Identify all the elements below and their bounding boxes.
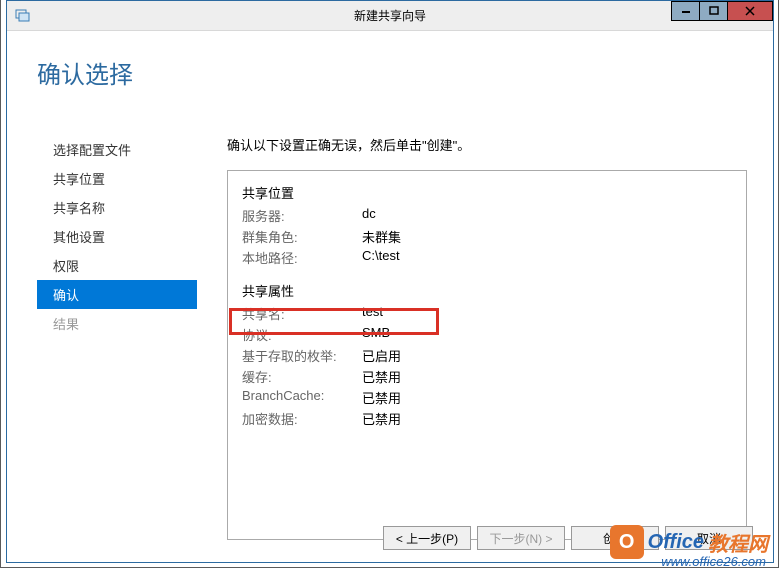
sharename-value: test: [362, 304, 383, 323]
row-encrypt: 加密数据: 已禁用: [242, 409, 732, 428]
watermark-url: www.office26.com: [661, 554, 766, 569]
next-button: 下一步(N) >: [477, 526, 565, 550]
prev-button[interactable]: < 上一步(P): [383, 526, 471, 550]
outer-frame: 新建共享向导 确认选择 选择配置文件 共享位置 共享名称 其他设置: [0, 0, 779, 568]
instruction-text: 确认以下设置正确无误，然后单击"创建"。: [227, 135, 753, 154]
row-server: 服务器: dc: [242, 206, 732, 225]
footer-buttons: < 上一步(P) 下一步(N) > 创建 取消: [383, 526, 753, 550]
sharename-label: 共享名:: [242, 304, 362, 323]
encrypt-label: 加密数据:: [242, 409, 362, 428]
enum-value: 已启用: [362, 346, 401, 365]
app-icon: [15, 9, 31, 23]
row-cluster: 群集角色: 未群集: [242, 227, 732, 246]
nav-result: 结果: [37, 309, 197, 338]
row-enum: 基于存取的枚举: 已启用: [242, 346, 732, 365]
enum-label: 基于存取的枚举:: [242, 346, 362, 365]
row-protocol: 协议: SMB: [242, 325, 732, 344]
path-label: 本地路径:: [242, 248, 362, 267]
cluster-value: 未群集: [362, 227, 401, 246]
path-value: C:\test: [362, 248, 400, 267]
summary-box: 共享位置 服务器: dc 群集角色: 未群集 本地路径: C:\test 共享属…: [227, 170, 747, 540]
page-heading: 确认选择: [7, 55, 773, 90]
wizard-nav: 选择配置文件 共享位置 共享名称 其他设置 权限 确认 结果: [37, 135, 197, 338]
server-label: 服务器:: [242, 206, 362, 225]
window-controls: [671, 1, 773, 23]
nav-location[interactable]: 共享位置: [37, 164, 197, 193]
cancel-button[interactable]: 取消: [665, 526, 753, 550]
row-branchcache: BranchCache: 已禁用: [242, 388, 732, 407]
minimize-button[interactable]: [671, 1, 699, 21]
protocol-value: SMB: [362, 325, 390, 344]
maximize-button[interactable]: [699, 1, 727, 21]
close-button[interactable]: [727, 1, 773, 21]
row-cache: 缓存: 已禁用: [242, 367, 732, 386]
window-title: 新建共享向导: [354, 7, 426, 24]
cache-label: 缓存:: [242, 367, 362, 386]
branchcache-value: 已禁用: [362, 388, 401, 407]
cluster-label: 群集角色:: [242, 227, 362, 246]
nav-permissions[interactable]: 权限: [37, 251, 197, 280]
nav-profile[interactable]: 选择配置文件: [37, 135, 197, 164]
server-value: dc: [362, 206, 376, 225]
main-panel: 确认以下设置正确无误，然后单击"创建"。 共享位置 服务器: dc 群集角色: …: [227, 135, 753, 540]
location-section-title: 共享位置: [242, 183, 732, 202]
dialog-window: 新建共享向导 确认选择 选择配置文件 共享位置 共享名称 其他设置: [6, 0, 774, 563]
branchcache-label: BranchCache:: [242, 388, 362, 407]
row-path: 本地路径: C:\test: [242, 248, 732, 267]
create-button[interactable]: 创建: [571, 526, 659, 550]
nav-other[interactable]: 其他设置: [37, 222, 197, 251]
nav-name[interactable]: 共享名称: [37, 193, 197, 222]
protocol-label: 协议:: [242, 325, 362, 344]
encrypt-value: 已禁用: [362, 409, 401, 428]
nav-confirm[interactable]: 确认: [37, 280, 197, 309]
titlebar: 新建共享向导: [7, 1, 773, 31]
content-area: 确认选择 选择配置文件 共享位置 共享名称 其他设置 权限 确认 结果 确认以下…: [7, 31, 773, 562]
row-sharename: 共享名: test: [242, 304, 732, 323]
properties-section-title: 共享属性: [242, 281, 732, 300]
cache-value: 已禁用: [362, 367, 401, 386]
